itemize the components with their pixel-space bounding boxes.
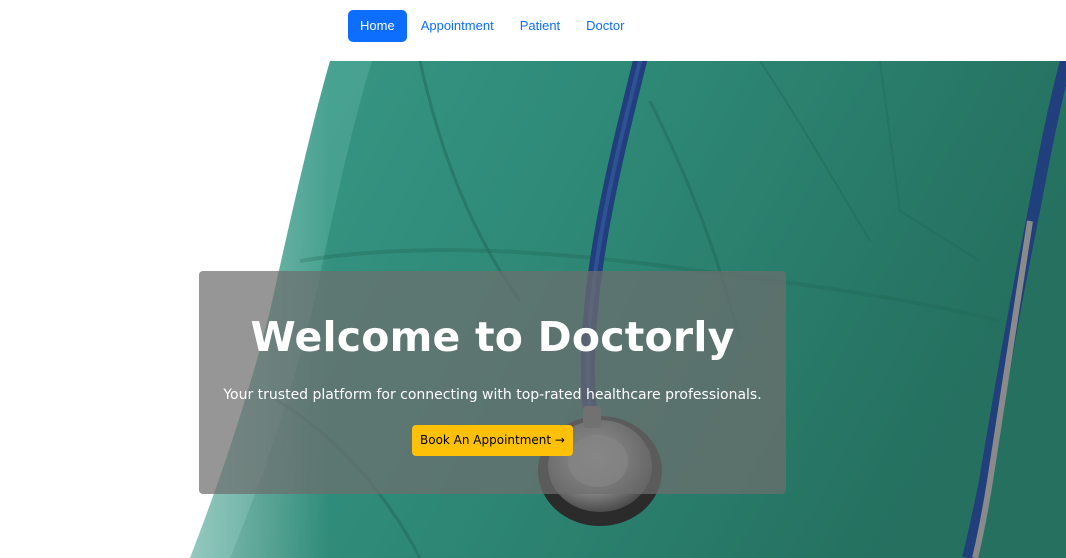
nav-item-home[interactable]: Home: [348, 10, 407, 42]
nav-item-patient[interactable]: Patient: [508, 10, 572, 42]
book-appointment-button[interactable]: Book An Appointment →: [412, 425, 573, 456]
nav-list: Home Appointment Patient Doctor: [348, 10, 638, 42]
page: Home Appointment Patient Doctor Welcome …: [0, 0, 1066, 558]
hero-section: Welcome to Doctorly Your trusted platfor…: [0, 61, 1066, 558]
hero-overlay-card: Welcome to Doctorly Your trusted platfor…: [199, 271, 786, 494]
nav-item-appointment[interactable]: Appointment: [409, 10, 506, 42]
hero-subtitle: Your trusted platform for connecting wit…: [223, 387, 762, 403]
top-navbar: Home Appointment Patient Doctor: [0, 0, 1066, 61]
hero-title: Welcome to Doctorly: [250, 313, 735, 361]
nav-item-doctor[interactable]: Doctor: [574, 10, 636, 42]
